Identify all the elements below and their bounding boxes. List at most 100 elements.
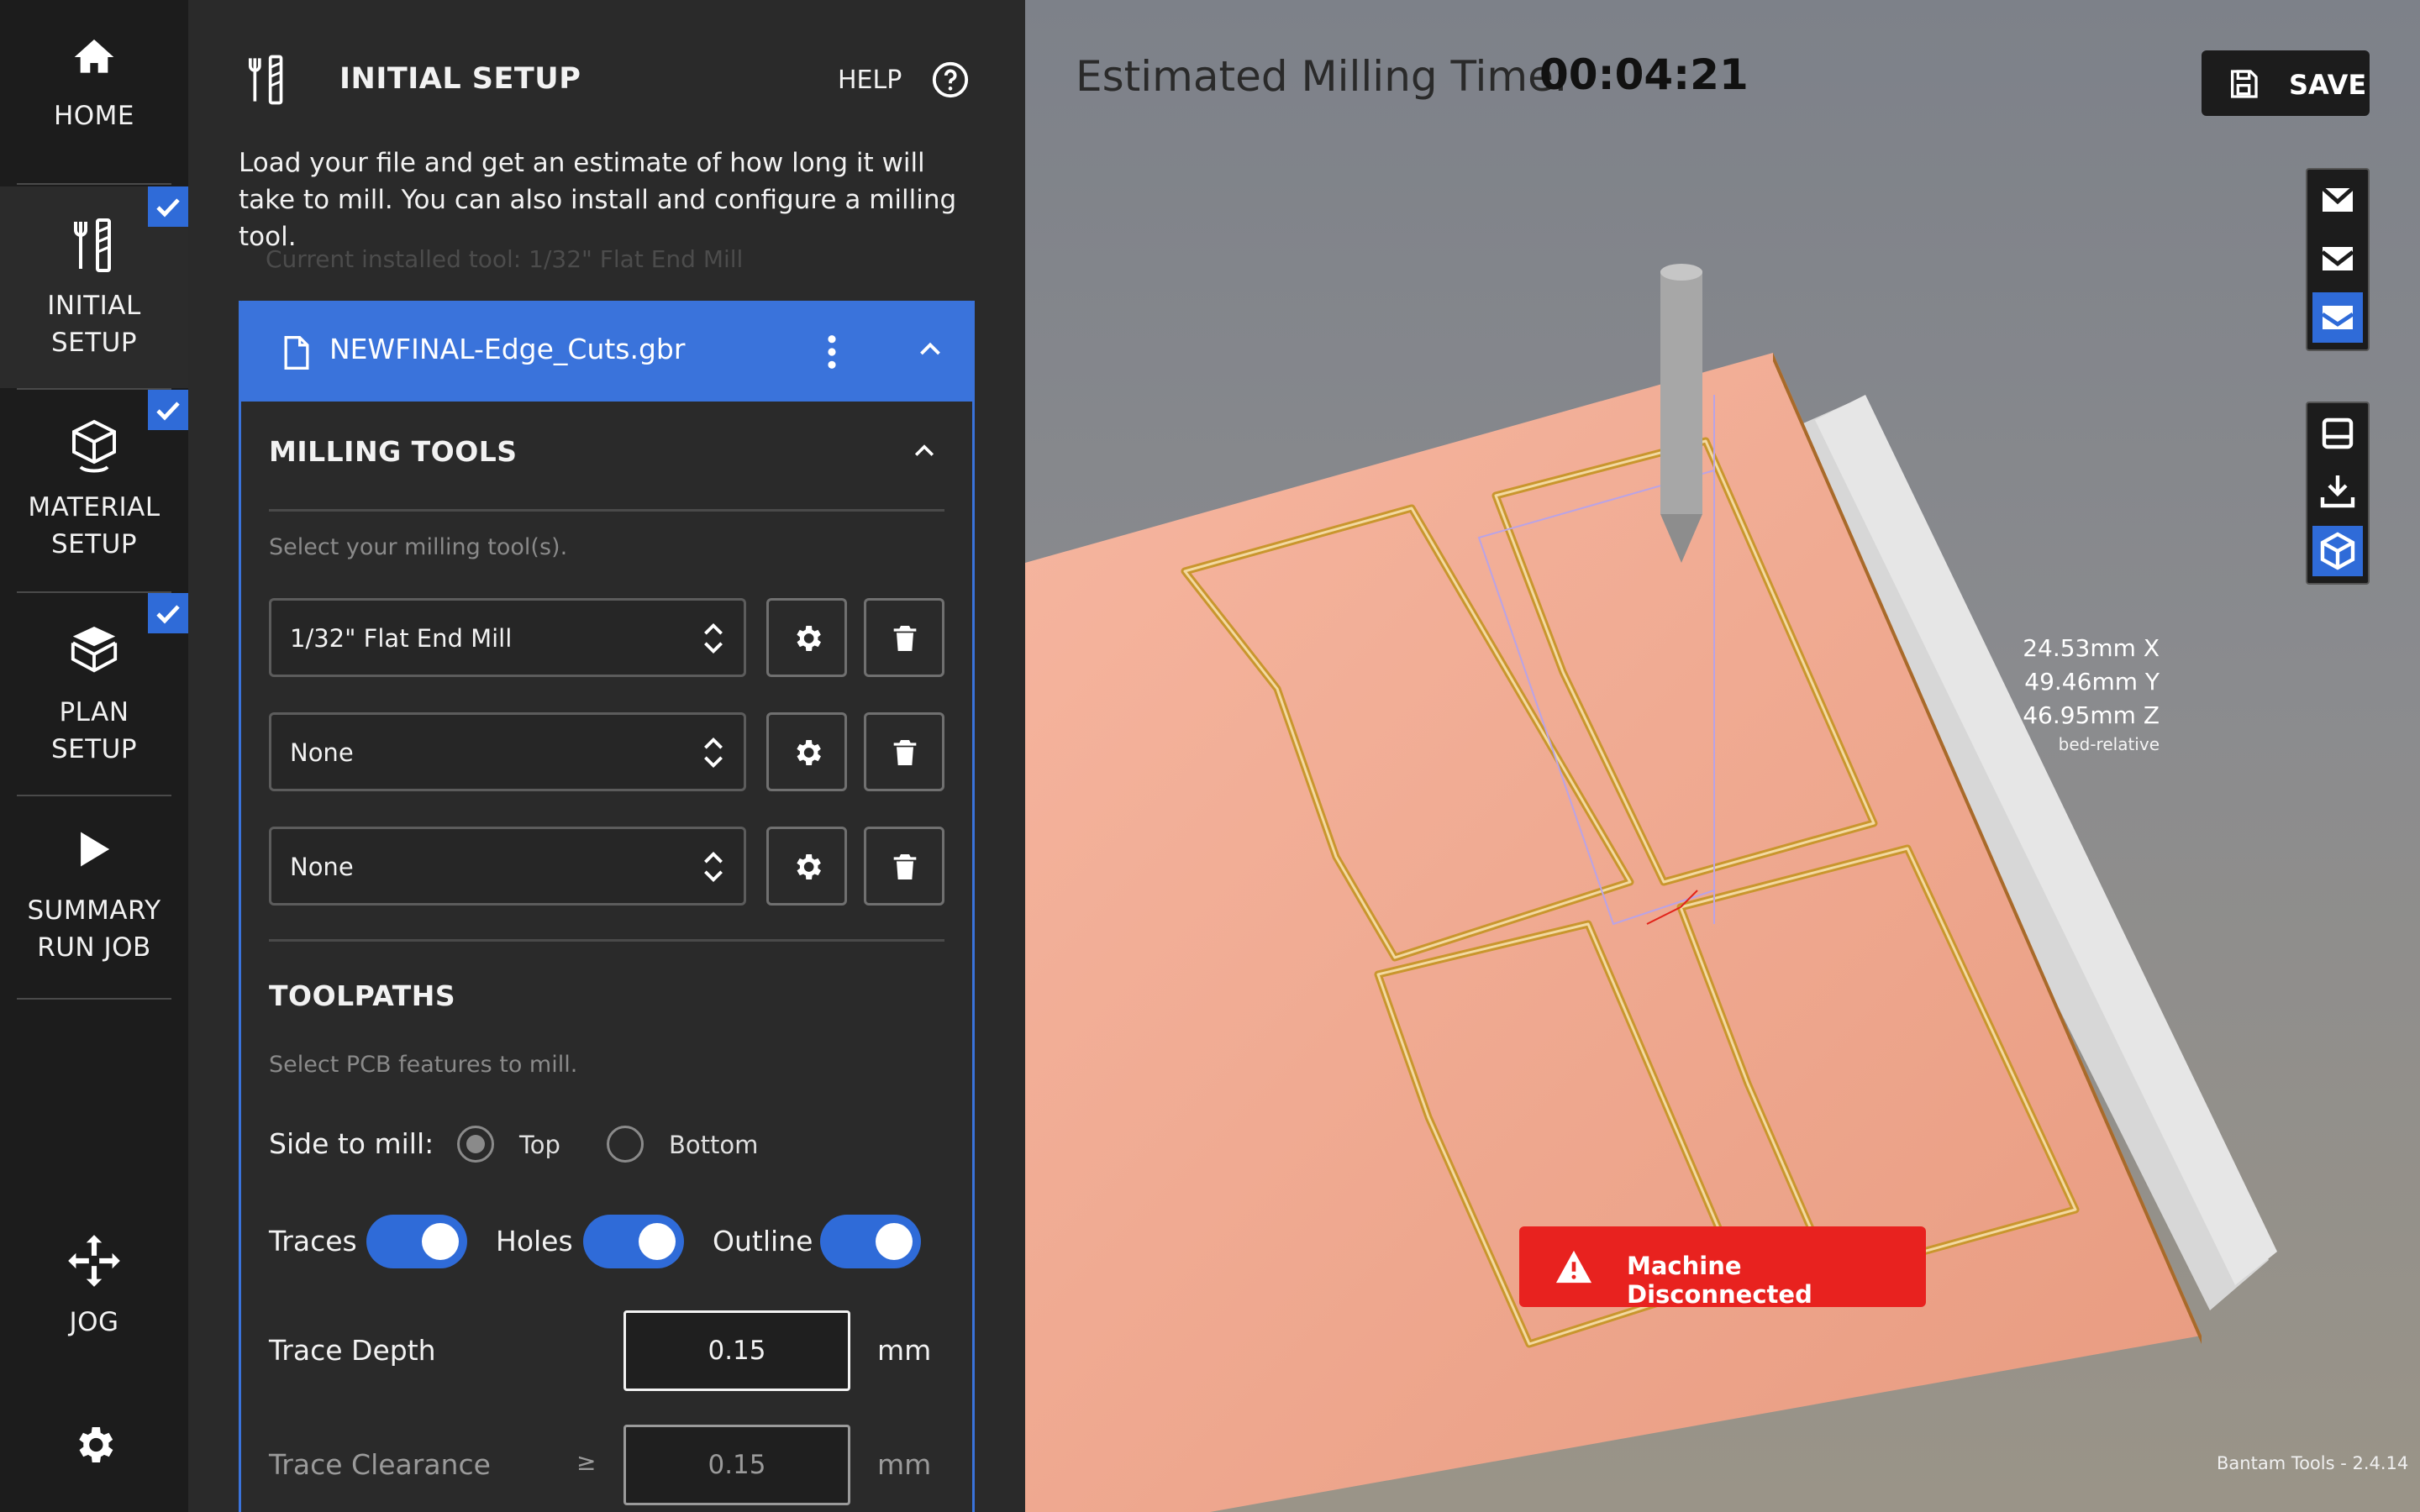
3d-viewport[interactable]: Estimated Milling Time: 00:04:21 SAVE 24… [1025,0,2420,1512]
tools-icon [249,55,283,105]
main-nav: HOME INITIAL SETUP MATERIAL SETUP PLAN S… [0,0,188,1512]
view-angle-button-3[interactable] [2312,292,2363,343]
select-arrows-icon [704,622,723,654]
trace-depth-input[interactable]: 0.15 [623,1310,850,1391]
tool-settings-button-1[interactable] [766,598,847,677]
tool-delete-button-3[interactable] [864,827,944,906]
3d-view-button[interactable] [2312,526,2363,576]
milling-tools-heading: MILLING TOOLS [269,435,518,468]
more-options-icon[interactable] [825,334,839,370]
nav-material-setup[interactable]: MATERIAL SETUP [0,390,188,591]
play-icon [81,832,110,867]
alert-message: Machine Disconnected [1627,1252,1812,1309]
tool-select-value: 1/32" Flat End Mill [290,624,513,653]
section-divider [269,939,944,942]
outline-label: Outline [713,1225,813,1257]
gear-icon [797,740,821,765]
section-divider [269,509,944,512]
nav-home-label: HOME [53,101,135,131]
nav-material-setup-label-1: MATERIAL [28,492,160,522]
nav-home[interactable]: HOME [0,25,188,176]
file-name: NEWFINAL-Edge_Cuts.gbr [329,333,686,365]
side-bottom-label: Bottom [669,1131,759,1159]
top-view-button[interactable] [2312,408,2363,459]
view-angle-button-2[interactable] [2312,234,2363,284]
nav-plan-setup[interactable]: PLAN SETUP [0,593,188,795]
file-header[interactable]: NEWFINAL-Edge_Cuts.gbr [239,301,975,402]
coord-y: 49.46mm Y [2024,668,2160,696]
gear-icon [797,854,821,879]
outline-toggle[interactable] [820,1215,921,1268]
view-angle-icon [2321,247,2354,270]
nav-initial-setup-label-2: SETUP [50,328,138,358]
trace-clearance-operator: ≥ [576,1448,597,1476]
trace-depth-label: Trace Depth [269,1334,436,1367]
tool-settings-button-3[interactable] [766,827,847,906]
coord-reference: bed-relative [2058,734,2160,754]
download-view-button[interactable] [2312,467,2363,517]
help-link[interactable]: HELP [838,66,902,95]
floppy-disk-icon [2231,70,2258,98]
material-setup-check-icon [148,390,188,430]
holes-label: Holes [496,1225,573,1257]
view-angle-button-1[interactable] [2312,175,2363,225]
view-angle-group [2306,168,2370,351]
select-arrows-icon [704,851,723,883]
toolpaths-heading: TOOLPATHS [269,979,456,1012]
estimated-time-value: 00:04:21 [1539,50,1749,99]
tool-delete-button-1[interactable] [864,598,944,677]
nav-jog[interactable]: JOG [0,1226,188,1361]
traces-toggle[interactable] [366,1215,467,1268]
nav-jog-label: JOG [69,1307,119,1337]
collapse-chevron-icon[interactable] [918,339,943,358]
milling-tools-hint: Select your milling tool(s). [269,534,568,560]
file-icon [284,336,309,370]
tools-icon [74,218,111,272]
trash-icon [893,740,917,765]
home-icon [74,39,114,73]
trace-clearance-input[interactable]: 0.15 [623,1425,850,1505]
view-angle-icon [2321,186,2354,212]
warning-icon [1555,1250,1592,1284]
trace-depth-unit: mm [877,1334,932,1367]
app-version: Bantam Tools - 2.4.14 [2217,1453,2409,1473]
tool-delete-button-2[interactable] [864,712,944,791]
tool-select-value: None [290,738,354,767]
nav-divider [17,998,171,1000]
save-button[interactable]: SAVE [2202,50,2370,116]
machine-disconnected-alert[interactable]: Machine Disconnected [1519,1226,1926,1309]
material-cube-icon [72,419,116,473]
tool-select-1[interactable]: 1/32" Flat End Mill [269,598,746,677]
nav-plan-setup-label-2: SETUP [50,734,138,764]
tool-select-2[interactable]: None [269,712,746,791]
setup-panel: INITIAL SETUP HELP Load your file and ge… [188,0,1025,1512]
nav-initial-setup-label-1: INITIAL [47,291,141,321]
save-label: SAVE [2289,69,2367,101]
nav-divider [17,183,171,185]
nav-initial-setup[interactable]: INITIAL SETUP [0,186,188,388]
tool-settings-button-2[interactable] [766,712,847,791]
file-card [239,301,975,1512]
tool-select-3[interactable]: None [269,827,746,906]
holes-toggle[interactable] [583,1215,684,1268]
help-icon[interactable] [931,60,970,99]
end-mill-tool [1660,270,1702,514]
installed-tool-text: Current installed tool: 1/32" Flat End M… [266,245,744,273]
side-top-radio[interactable] [457,1126,494,1163]
gear-icon [797,626,821,651]
plan-layers-icon [71,626,118,673]
download-icon [2320,475,2355,508]
settings-gear-icon[interactable] [71,1421,118,1468]
nav-summary-run-job[interactable]: SUMMARY RUN JOB [0,796,188,998]
cube-icon [2320,532,2355,570]
panel-title: INITIAL SETUP [339,62,581,96]
end-mill-top [1660,264,1702,281]
nav-summary-label-1: SUMMARY [27,895,161,926]
milling-tools-collapse-icon[interactable] [913,442,936,459]
coord-z: 46.95mm Z [2023,701,2160,729]
plan-setup-check-icon [148,593,188,633]
side-bottom-radio[interactable] [607,1126,644,1163]
position-readout: 24.53mm X 49.46mm Y 46.95mm Z bed-relati… [1865,632,2160,756]
view-mode-group [2306,402,2370,585]
side-top-label: Top [519,1131,560,1159]
